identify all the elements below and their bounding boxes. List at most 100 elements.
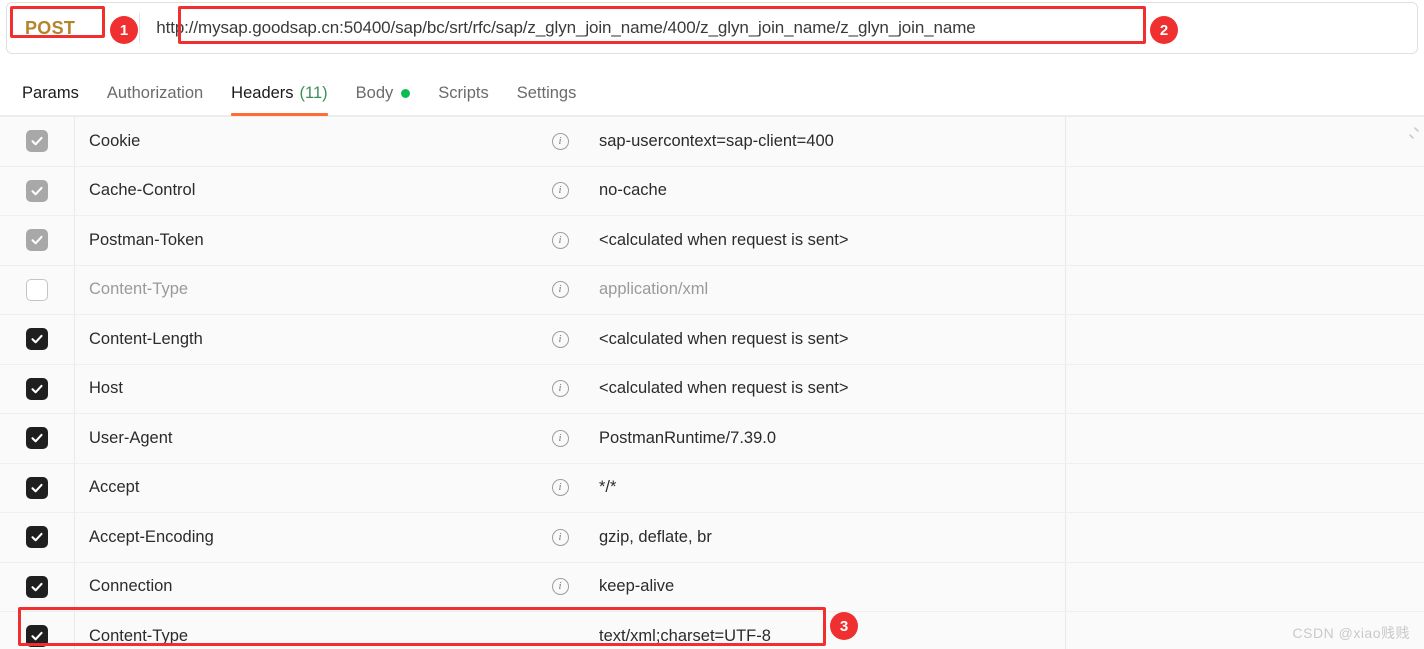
header-key-cell[interactable]: User-Agent bbox=[75, 414, 538, 463]
header-key-cell[interactable]: Content-Length bbox=[75, 315, 538, 364]
info-icon[interactable]: i bbox=[551, 429, 569, 447]
header-value-cell[interactable]: sap-usercontext=sap-client=400 bbox=[582, 117, 1066, 166]
header-key-text: Host bbox=[89, 379, 123, 398]
header-key-cell[interactable]: Host bbox=[75, 365, 538, 414]
request-tab-bar: Params Authorization Headers (11) Body S… bbox=[0, 72, 1424, 116]
info-icon[interactable]: i bbox=[551, 479, 569, 497]
header-value-cell[interactable]: application/xml bbox=[582, 265, 1066, 314]
header-value-cell[interactable]: <calculated when request is sent> bbox=[582, 216, 1066, 265]
tab-authorization[interactable]: Authorization bbox=[93, 72, 217, 116]
header-key-cell[interactable]: Content-Type bbox=[75, 612, 538, 649]
header-enabled-cell[interactable] bbox=[0, 117, 75, 166]
header-info-cell: i bbox=[538, 266, 582, 315]
header-value-cell[interactable]: <calculated when request is sent> bbox=[582, 364, 1066, 413]
header-key-cell[interactable]: Accept-Encoding bbox=[75, 513, 538, 562]
header-info-cell: i bbox=[538, 365, 582, 414]
method-url-divider bbox=[139, 13, 141, 43]
tab-body-label: Body bbox=[355, 84, 394, 102]
checkbox-icon[interactable] bbox=[26, 625, 48, 648]
table-row[interactable]: Content-Type i application/xml bbox=[0, 265, 1424, 315]
info-icon[interactable]: i bbox=[551, 528, 569, 546]
header-description-cell[interactable] bbox=[1066, 167, 1424, 216]
http-method-label: POST bbox=[25, 17, 76, 38]
info-icon[interactable]: i bbox=[551, 182, 569, 200]
header-enabled-cell[interactable] bbox=[0, 414, 75, 463]
table-row[interactable]: User-Agent i PostmanRuntime/7.39.0 bbox=[0, 414, 1424, 464]
header-key-cell[interactable]: Content-Type bbox=[75, 266, 538, 315]
annotation-badge-1: 1 bbox=[110, 16, 138, 44]
header-description-cell[interactable] bbox=[1066, 464, 1424, 513]
header-description-cell[interactable] bbox=[1066, 266, 1424, 315]
tab-params[interactable]: Params bbox=[8, 72, 93, 116]
header-value-cell[interactable]: <calculated when request is sent> bbox=[582, 315, 1066, 364]
checkbox-icon[interactable] bbox=[26, 278, 48, 301]
header-key-cell[interactable]: Cookie bbox=[75, 117, 538, 166]
tab-headers[interactable]: Headers (11) bbox=[217, 72, 342, 116]
header-info-cell: i bbox=[538, 464, 582, 513]
header-value-cell[interactable]: no-cache bbox=[582, 166, 1066, 215]
header-enabled-cell[interactable] bbox=[0, 364, 75, 413]
header-value-text: keep-alive bbox=[599, 577, 675, 596]
header-enabled-cell[interactable] bbox=[0, 315, 75, 364]
header-description-cell[interactable] bbox=[1066, 315, 1424, 364]
header-description-cell[interactable] bbox=[1066, 365, 1424, 414]
info-icon[interactable]: i bbox=[551, 330, 569, 348]
header-enabled-cell[interactable] bbox=[0, 463, 75, 512]
checkbox-icon[interactable] bbox=[26, 575, 48, 598]
header-description-cell[interactable] bbox=[1066, 414, 1424, 463]
header-description-cell[interactable] bbox=[1066, 513, 1424, 562]
header-value-text: gzip, deflate, br bbox=[599, 527, 712, 546]
header-value-cell[interactable]: keep-alive bbox=[582, 562, 1066, 611]
header-info-cell bbox=[538, 612, 582, 649]
tab-headers-label: Headers bbox=[231, 84, 294, 102]
checkbox-icon[interactable] bbox=[26, 427, 48, 450]
header-value-text: */* bbox=[599, 478, 617, 497]
tab-settings[interactable]: Settings bbox=[503, 72, 591, 116]
header-key-text: Content-Type bbox=[89, 280, 189, 299]
checkbox-icon[interactable] bbox=[26, 229, 48, 252]
header-key-cell[interactable]: Connection bbox=[75, 563, 538, 612]
header-value-cell[interactable]: gzip, deflate, br bbox=[582, 513, 1066, 562]
header-info-cell: i bbox=[538, 563, 582, 612]
header-value-cell[interactable]: text/xml;charset=UTF-8 bbox=[582, 612, 1066, 649]
header-key-cell[interactable]: Cache-Control bbox=[75, 167, 538, 216]
checkbox-icon[interactable] bbox=[26, 476, 48, 499]
header-enabled-cell[interactable] bbox=[0, 216, 75, 265]
header-enabled-cell[interactable] bbox=[0, 513, 75, 562]
header-enabled-cell[interactable] bbox=[0, 166, 75, 215]
request-url-input[interactable] bbox=[150, 17, 1101, 39]
header-enabled-cell[interactable] bbox=[0, 265, 75, 314]
checkbox-icon[interactable] bbox=[26, 377, 48, 400]
tab-scripts[interactable]: Scripts bbox=[424, 72, 502, 116]
table-row[interactable]: Connection i keep-alive bbox=[0, 562, 1424, 612]
header-key-cell[interactable]: Accept bbox=[75, 464, 538, 513]
expand-icon[interactable] bbox=[1406, 126, 1420, 140]
info-icon[interactable]: i bbox=[551, 578, 569, 596]
header-enabled-cell[interactable] bbox=[0, 612, 75, 649]
tab-body[interactable]: Body bbox=[342, 72, 425, 116]
info-icon[interactable]: i bbox=[551, 281, 569, 299]
table-row[interactable]: Accept i */* bbox=[0, 463, 1424, 513]
header-description-cell[interactable] bbox=[1066, 117, 1424, 166]
checkbox-icon[interactable] bbox=[26, 526, 48, 549]
table-row[interactable]: Accept-Encoding i gzip, deflate, br bbox=[0, 513, 1424, 563]
header-value-cell[interactable]: PostmanRuntime/7.39.0 bbox=[582, 414, 1066, 463]
table-row[interactable]: Postman-Token i <calculated when request i… bbox=[0, 216, 1424, 266]
info-icon[interactable]: i bbox=[551, 132, 569, 150]
header-key-cell[interactable]: Postman-Token bbox=[75, 216, 538, 265]
header-value-text: text/xml;charset=UTF-8 bbox=[599, 626, 771, 645]
table-row[interactable]: Host i <calculated when request is sent> bbox=[0, 364, 1424, 414]
header-value-cell[interactable]: */* bbox=[582, 463, 1066, 512]
checkbox-icon[interactable] bbox=[26, 130, 48, 153]
table-row[interactable]: Cookie i sap-usercontext=sap-client=400 bbox=[0, 117, 1424, 167]
header-description-cell[interactable] bbox=[1066, 216, 1424, 265]
info-icon[interactable]: i bbox=[551, 380, 569, 398]
table-row[interactable]: Cache-Control i no-cache bbox=[0, 166, 1424, 216]
header-enabled-cell[interactable] bbox=[0, 562, 75, 611]
checkbox-icon[interactable] bbox=[26, 179, 48, 202]
checkbox-icon[interactable] bbox=[26, 328, 48, 351]
table-row[interactable]: Content-Type text/xml;charset=UTF-8 bbox=[0, 612, 1424, 649]
header-description-cell[interactable] bbox=[1066, 563, 1424, 612]
table-row[interactable]: Content-Length i <calculated when request … bbox=[0, 315, 1424, 365]
info-icon[interactable]: i bbox=[551, 231, 569, 249]
